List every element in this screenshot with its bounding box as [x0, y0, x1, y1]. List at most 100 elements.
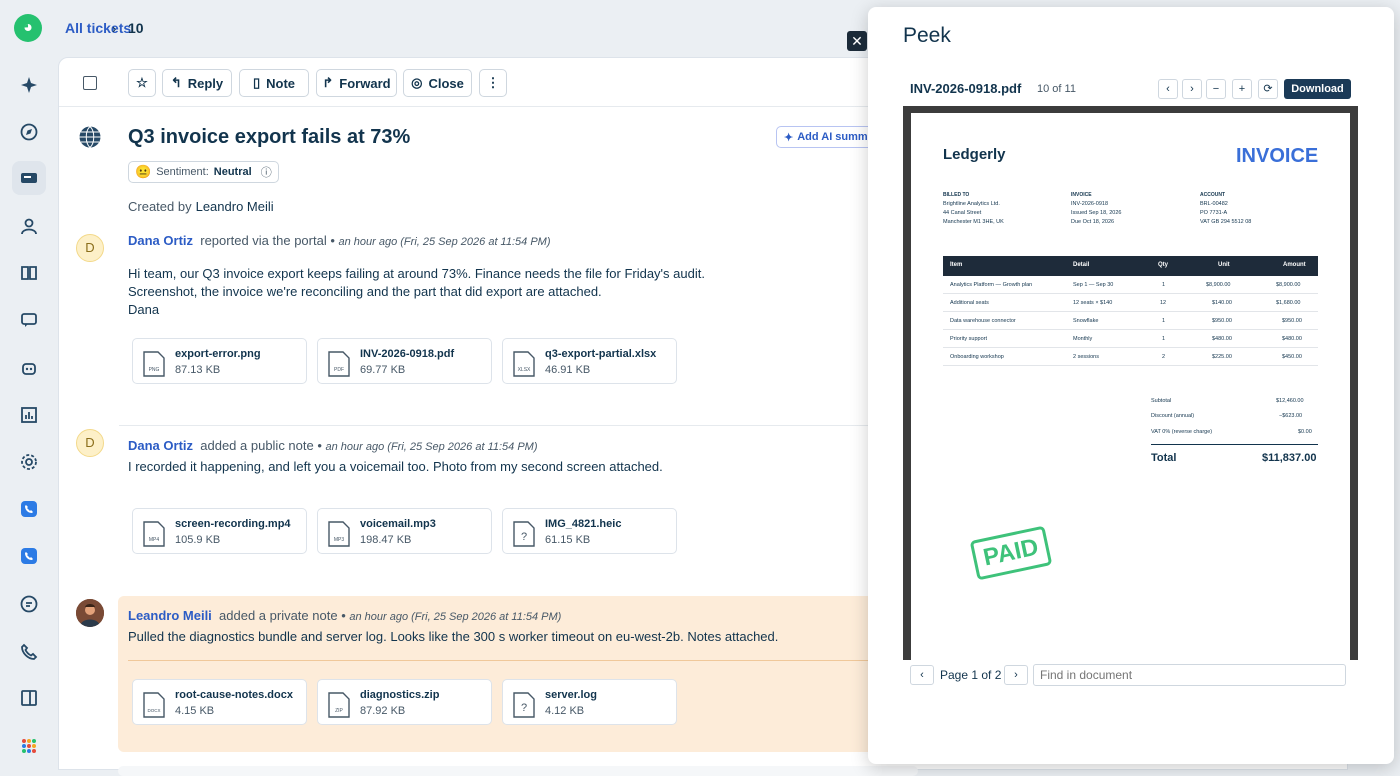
contacts-icon[interactable] — [12, 209, 46, 243]
close-ticket-button[interactable]: ◎ Close — [403, 69, 472, 97]
billed-to-line: 44 Canal Street — [943, 210, 982, 216]
account-info-line: PO 7731-A — [1200, 210, 1228, 216]
attachment-name: IMG_4821.heic — [545, 518, 622, 530]
table-cell: Additional seats — [950, 300, 989, 306]
info-icon[interactable]: ⓘ — [261, 164, 272, 180]
star-button[interactable]: ☆ — [128, 69, 156, 97]
table-cell: $950.00 — [1282, 318, 1302, 324]
svg-text:MP4: MP4 — [149, 537, 160, 543]
knowledge-base-icon[interactable] — [12, 256, 46, 290]
phone-icon[interactable] — [12, 635, 46, 669]
svg-text:MP3: MP3 — [334, 537, 345, 543]
attachment-card[interactable]: ? server.log 4.12 KB — [502, 679, 677, 725]
attachment-card[interactable]: ZIP diagnostics.zip 87.92 KB — [317, 679, 492, 725]
total-label: Total — [1151, 452, 1177, 464]
reply-button[interactable]: ↰ Reply — [162, 69, 232, 97]
more-button[interactable]: ⋮ — [479, 69, 507, 97]
phone-app-icon-2[interactable] — [12, 539, 46, 573]
message-line: Screenshot, the invoice we're reconcilin… — [128, 284, 602, 299]
account-info-line: VAT GB 294 5512 08 — [1200, 219, 1252, 225]
forward-icon: ↱ — [322, 75, 334, 90]
previous-page-button[interactable]: ‹ — [910, 665, 934, 685]
invoice-info-line: Due Oct 18, 2026 — [1071, 219, 1115, 225]
account-info: BRL-00482 PO 7731-A VAT GB 294 5512 08 — [1200, 200, 1251, 227]
table-row: Data warehouse connector Snowflake 1 $95… — [943, 312, 1318, 330]
app-logo[interactable]: ◕ — [14, 14, 42, 42]
rotate-button[interactable]: ⟳ — [1258, 79, 1278, 99]
file-xlsx-icon: XLSX — [513, 351, 535, 377]
table-cell: $225.00 — [1212, 354, 1232, 360]
table-cell: Analytics Platform — Growth plan — [950, 282, 1033, 288]
check-circle-icon: ◎ — [411, 75, 423, 90]
total-rule — [1151, 444, 1318, 445]
attachment-card[interactable]: ? IMG_4821.heic 61.15 KB — [502, 508, 677, 554]
find-in-document-input[interactable] — [1033, 664, 1346, 686]
attachment-name: export-error.png — [175, 348, 261, 360]
sentiment-label: Sentiment: — [156, 166, 209, 178]
message-author[interactable]: Dana Ortiz — [128, 233, 193, 248]
zoom-in-button[interactable]: + — [1232, 79, 1252, 99]
star-icon: ☆ — [136, 75, 148, 90]
attachment-card[interactable]: PNG export-error.png 87.13 KB — [132, 338, 307, 384]
table-cell: Data warehouse connector — [950, 318, 1016, 324]
sparkle-icon[interactable] — [12, 68, 46, 102]
forward-button[interactable]: ↱ Forward — [316, 69, 397, 97]
breadcrumb-current: 10 — [128, 20, 144, 36]
document-viewer[interactable]: Ledgerly INVOICE BILLED TO Brightline An… — [903, 106, 1358, 660]
vat-value: $0.00 — [1298, 429, 1312, 435]
invoice-info: INV-2026-0918 Issued Sep 18, 2026 Due Oc… — [1071, 200, 1121, 227]
freddy-icon[interactable] — [12, 587, 46, 621]
close-peek-button[interactable]: ✕ — [847, 31, 867, 51]
table-cell: $950.00 — [1212, 318, 1232, 324]
settings-icon[interactable] — [12, 445, 46, 479]
billed-to-line: Brightline Analytics Ltd. — [943, 201, 1000, 207]
panel-icon[interactable] — [12, 681, 46, 715]
analytics-icon[interactable] — [12, 398, 46, 432]
svg-text:?: ? — [521, 531, 527, 543]
invoice-heading: INVOICE — [1236, 145, 1319, 167]
message-author[interactable]: Dana Ortiz — [128, 438, 193, 453]
bot-icon[interactable] — [12, 351, 46, 385]
table-cell: $8,900.00 — [1276, 282, 1301, 288]
breadcrumb-all-tickets[interactable]: All tickets — [65, 20, 131, 36]
close-label: Close — [428, 75, 464, 91]
table-cell: 12 — [1160, 300, 1167, 306]
paid-stamp: PAID — [969, 525, 1053, 581]
account-info-line: BRL-00482 — [1200, 201, 1228, 207]
document-count: 10 of 11 — [1037, 83, 1076, 95]
file-mp3-icon: MP3 — [328, 521, 350, 547]
total-value: $11,837.00 — [1262, 452, 1317, 464]
attachment-card[interactable]: DOCX root-cause-notes.docx 4.15 KB — [132, 679, 307, 725]
previous-document-button[interactable]: ‹ — [1158, 79, 1178, 99]
created-by-name[interactable]: Leandro Meili — [196, 199, 274, 214]
apps-grid-icon[interactable] — [12, 729, 46, 763]
message-body: Hi team, our Q3 invoice export keeps fai… — [128, 265, 705, 319]
column-header: Amount — [1283, 262, 1306, 268]
next-document-button[interactable]: › — [1182, 79, 1202, 99]
message-action: added a private note — [219, 608, 338, 623]
attachment-card[interactable]: XLSX q3-export-partial.xlsx 46.91 KB — [502, 338, 677, 384]
created-by-label: Created by — [128, 199, 192, 214]
note-button[interactable]: ▯ Note — [239, 69, 309, 97]
phone-app-icon[interactable] — [12, 492, 46, 526]
file-pdf-icon: PDF — [328, 351, 350, 377]
compass-icon[interactable] — [12, 115, 46, 149]
left-navigation: ◕ — [0, 0, 58, 770]
attachment-card[interactable]: PDF INV-2026-0918.pdf 69.77 KB — [317, 338, 492, 384]
zoom-out-button[interactable]: − — [1206, 79, 1226, 99]
message-time: an hour ago (Fri, 25 Sep 2026 at 11:54 P… — [338, 236, 551, 248]
message-author[interactable]: Leandro Meili — [128, 608, 212, 623]
next-page-button[interactable]: › — [1004, 665, 1028, 685]
table-cell: 1 — [1162, 318, 1166, 324]
peek-panel: Peek INV-2026-0918.pdf 10 of 11 ‹ › − + … — [868, 7, 1394, 764]
attachment-card[interactable]: MP3 voicemail.mp3 198.47 KB — [317, 508, 492, 554]
billed-to-line: Manchester M1 3HE, UK — [943, 219, 1004, 225]
toggle-sidebar-icon[interactable] — [83, 76, 97, 90]
file-png-icon: PNG — [143, 351, 165, 377]
table-cell: $140.00 — [1212, 300, 1232, 306]
attachment-card[interactable]: MP4 screen-recording.mp4 105.9 KB — [132, 508, 307, 554]
download-button[interactable]: Download — [1284, 79, 1351, 99]
tickets-icon[interactable] — [12, 161, 46, 195]
chat-icon[interactable] — [12, 303, 46, 337]
attachment-name: diagnostics.zip — [360, 689, 440, 701]
